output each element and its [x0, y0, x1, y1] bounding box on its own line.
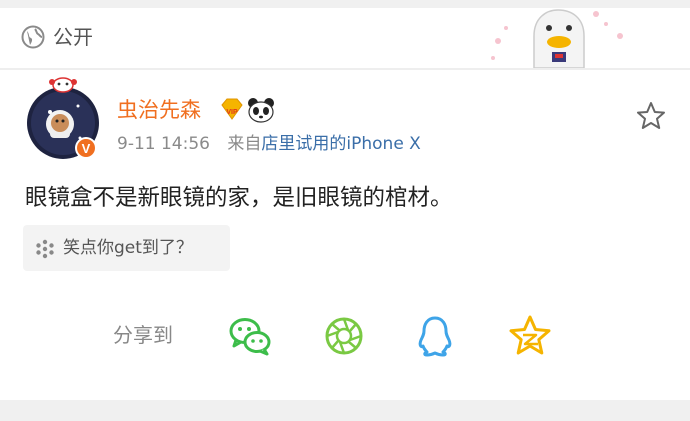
spark-icon	[36, 239, 54, 259]
qq-icon[interactable]	[413, 314, 457, 358]
qzone-icon[interactable]	[508, 314, 552, 358]
panda-icon	[248, 98, 274, 123]
moments-icon[interactable]	[322, 314, 366, 358]
avatar[interactable]: V	[20, 76, 106, 162]
source-link[interactable]: 店里试用的iPhone X	[261, 134, 420, 154]
duck-mascot-illustration	[491, 9, 623, 68]
bottom-separator	[0, 400, 690, 421]
favorite-star-icon[interactable]	[635, 100, 667, 132]
topic-tag[interactable]: 笑点你get到了？	[23, 225, 230, 271]
source-prefix: 来自	[227, 134, 262, 154]
topic-tag-label: 笑点你get到了？	[63, 238, 193, 258]
post-meta: 9-11 14:56 来自店里试用的iPhone X	[117, 132, 421, 156]
svg-text:V: V	[82, 141, 91, 156]
globe-icon	[21, 25, 45, 49]
author-name[interactable]: 虫治先森	[117, 95, 201, 125]
post-time: 9-11 14:56	[117, 134, 210, 154]
share-label: 分享到	[113, 323, 173, 347]
post-content: 眼镜盒不是新眼镜的家，是旧眼镜的棺材。	[25, 185, 453, 211]
visibility-label: 公开	[53, 25, 93, 49]
svg-text:VIP: VIP	[226, 109, 238, 116]
header-divider	[0, 68, 690, 70]
wechat-icon[interactable]	[228, 314, 272, 358]
vip-diamond-icon: VIP	[221, 98, 243, 120]
